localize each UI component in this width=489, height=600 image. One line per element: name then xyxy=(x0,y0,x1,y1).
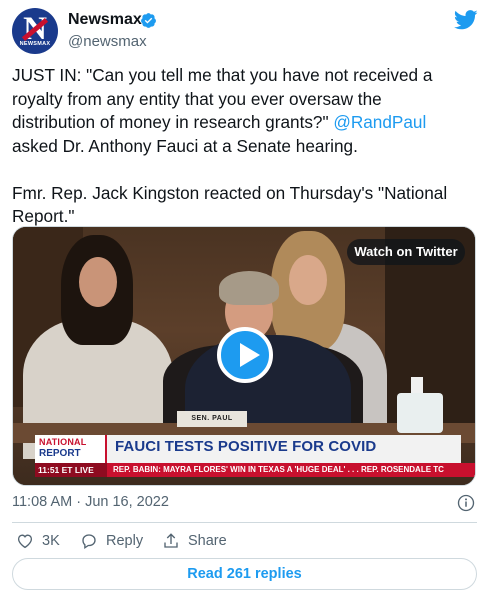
sanitizer-bottle xyxy=(397,393,443,433)
ticker-time: 11:51 ET LIVE xyxy=(35,463,107,477)
verified-badge-icon xyxy=(141,13,156,28)
tweet-card: N NEWSMAX Newsmax @newsmax JUST IN: "Can… xyxy=(0,0,489,600)
avatar[interactable]: N NEWSMAX xyxy=(12,8,58,54)
tweet-line: distribution of money in research grants… xyxy=(12,111,480,135)
tweet-header: N NEWSMAX Newsmax @newsmax xyxy=(10,8,480,56)
tweet-text: JUST IN: "Can you tell me that you have … xyxy=(12,64,480,229)
like-count: 3K xyxy=(42,533,60,549)
person-figure xyxy=(289,255,327,305)
author-handle[interactable]: @newsmax xyxy=(68,33,147,50)
twitter-bird-icon[interactable] xyxy=(454,10,478,30)
tweet-line-text: distribution of money in research grants… xyxy=(12,112,329,132)
share-icon xyxy=(164,533,178,548)
read-replies-button[interactable]: Read 261 replies xyxy=(12,558,477,590)
reply-button[interactable]: Reply xyxy=(80,530,143,552)
ticker-text: REP. BABIN: MAYRA FLORES' WIN IN TEXAS A… xyxy=(113,465,444,474)
tweet-line: asked Dr. Anthony Fauci at a Senate hear… xyxy=(12,135,358,156)
news-headline: FAUCI TESTS POSITIVE FOR COVID xyxy=(115,438,377,455)
mention-link[interactable]: @RandPaul xyxy=(333,112,426,132)
person-figure xyxy=(79,257,117,307)
play-icon xyxy=(240,343,260,367)
video-player[interactable]: SEN. PAUL NATIONAL REPORT FAUCI TESTS PO… xyxy=(12,226,476,486)
tweet-line: Report." xyxy=(12,206,75,226)
tweet-line: Fmr. Rep. Jack Kingston reacted on Thurs… xyxy=(12,182,448,203)
author-name[interactable]: Newsmax xyxy=(68,11,142,29)
news-ticker: 11:51 ET LIVE REP. BABIN: MAYRA FLORES' … xyxy=(35,463,475,477)
tweet-timestamp[interactable]: 11:08 AM · Jun 16, 2022 xyxy=(12,494,169,510)
tweet-line: JUST IN: "Can you tell me that you have … xyxy=(12,65,433,85)
show-logo-line1: NATIONAL xyxy=(39,437,87,447)
share-label: Share xyxy=(188,533,227,549)
divider xyxy=(12,522,477,523)
watch-on-twitter-button[interactable]: Watch on Twitter xyxy=(347,239,465,265)
reply-label: Reply xyxy=(106,533,144,549)
show-logo-line2: REPORT xyxy=(39,448,81,459)
like-button[interactable]: 3K xyxy=(16,530,60,552)
tweet-actions: 3K Reply Share xyxy=(12,530,477,552)
play-button[interactable] xyxy=(217,327,273,383)
share-button[interactable]: Share xyxy=(162,530,227,552)
tweet-line: royalty from any entity that you ever ov… xyxy=(12,88,382,109)
nameplate: SEN. PAUL xyxy=(177,411,247,427)
person-figure xyxy=(219,271,279,305)
info-icon[interactable] xyxy=(457,494,475,512)
show-logo: NATIONAL REPORT xyxy=(35,435,107,463)
reply-icon xyxy=(82,534,96,550)
heart-icon xyxy=(17,534,33,549)
avatar-wordmark: NEWSMAX xyxy=(19,41,51,47)
